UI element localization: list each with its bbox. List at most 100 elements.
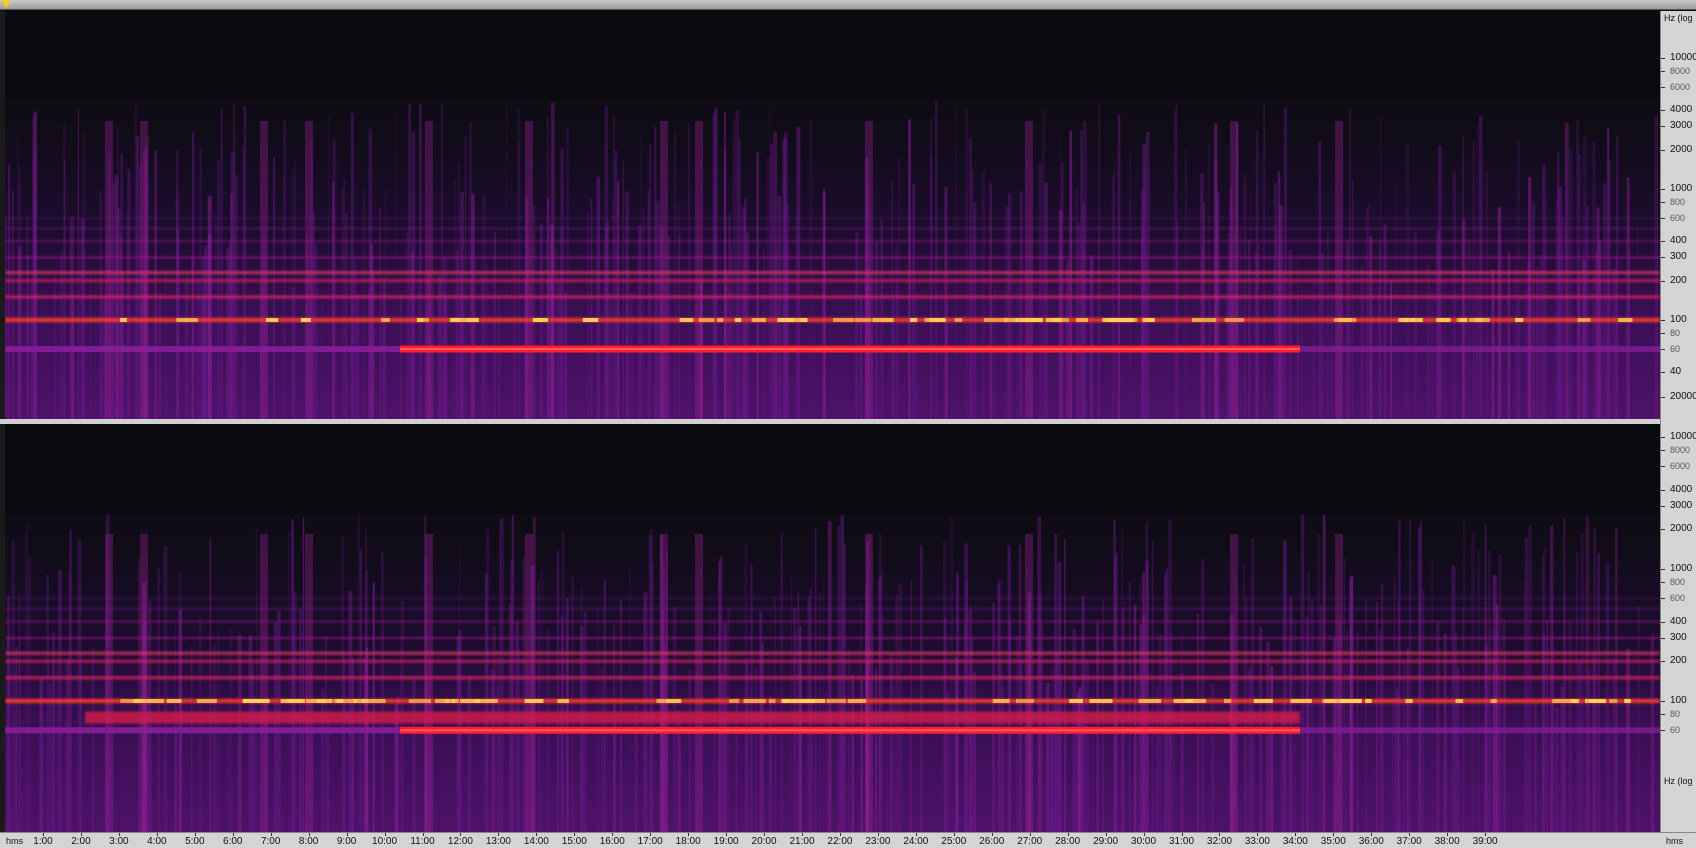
freq2-tick [1661,569,1665,570]
freq1-label-200: 200 [1670,274,1687,286]
freq2-tick [1661,621,1665,623]
freq2-tick [1661,437,1665,438]
freq1-tick [1661,320,1665,321]
freq1-label-3000: 3000 [1670,120,1693,132]
spectrogram-image-channel-1 [5,11,1660,419]
freq1-tick [1661,332,1665,334]
freq1-label-60: 60 [1670,344,1681,355]
freq2-label-800: 800 [1670,576,1686,587]
time-label-27-00: 27:00 [1017,836,1043,847]
freq2-label-6000: 6000 [1670,461,1691,472]
freq2-label-600: 600 [1670,593,1686,604]
time-axis[interactable]: hms hms 1:00 2:00 3:00 4:00 5:00 6:00 7:00 8:00… [0,832,1696,848]
time-label-25-00: 25:00 [941,836,967,847]
time-label-2-00: 2:00 [71,836,91,847]
spectrogram-image-channel-2 [5,424,1660,832]
freq2-label-3000: 3000 [1670,500,1693,512]
time-label-18-00: 18:00 [675,836,701,847]
freq1-label-8000: 8000 [1670,65,1691,76]
freq2-tick [1661,449,1665,451]
time-label-21-00: 21:00 [789,836,815,847]
time-unit-left: hms [6,836,24,846]
time-label-20-00: 20:00 [751,836,777,847]
freq2-label-200: 200 [1670,655,1687,667]
time-label-23-00: 23:00 [865,836,891,847]
frequency-axis-channel-2[interactable]: Hz (log 20000 10000 8000 6000 4000 3000 2000 10… [1660,392,1696,832]
time-label-28-00: 28:00 [1055,836,1081,847]
freq2-tick [1661,713,1665,715]
freq2-tick [1661,506,1665,508]
time-label-26-00: 26:00 [979,836,1005,847]
freq1-label-600: 600 [1670,213,1686,224]
freq2-tick [1661,466,1665,468]
freq2-label-400: 400 [1670,615,1687,627]
time-label-10-00: 10:00 [372,836,398,847]
time-label-7-00: 7:00 [260,836,281,847]
time-label-22-00: 22:00 [827,836,853,847]
freq1-tick [1661,110,1665,112]
time-label-31-00: 31:00 [1168,836,1195,847]
freq1-label-300: 300 [1670,251,1687,263]
time-label-38-00: 38:00 [1434,836,1460,847]
freq-unit-label-top: Hz (log [1664,13,1693,23]
freq1-tick [1661,87,1665,89]
freq-unit-label-bottom: Hz (log [1664,776,1693,786]
spectrogram-channel-1[interactable] [5,11,1660,419]
freq2-label-80: 80 [1670,708,1681,719]
freq1-label-400: 400 [1670,235,1687,247]
freq2-tick [1661,581,1665,583]
time-label-30-00: 30:00 [1131,836,1157,847]
freq2-label-4000: 4000 [1670,483,1693,495]
time-label-29-00: 29:00 [1093,836,1119,847]
time-label-35-00: 35:00 [1320,836,1346,847]
spectrogram-channel-2[interactable] [5,424,1660,832]
freq2-label-300: 300 [1670,632,1687,644]
time-label-14-00: 14:00 [523,836,549,847]
freq2-label-100: 100 [1670,695,1687,706]
freq1-label-4000: 4000 [1670,104,1693,116]
freq1-tick [1661,280,1665,282]
freq2-label-2000: 2000 [1670,523,1693,535]
freq2-tick [1661,730,1665,732]
freq1-label-80: 80 [1670,327,1681,338]
time-label-16-00: 16:00 [599,836,625,847]
time-label-33-00: 33:00 [1244,836,1270,847]
freq1-tick [1661,149,1665,151]
freq2-tick [1661,598,1665,600]
time-label-9-00: 9:00 [336,836,357,847]
freq1-tick [1661,218,1665,220]
freq1-label-1000: 1000 [1670,183,1693,194]
freq1-tick [1661,257,1665,259]
freq1-tick [1661,201,1665,203]
time-label-8-00: 8:00 [298,836,319,847]
freq2-tick [1661,638,1665,640]
time-label-39-00: 39:00 [1472,836,1498,847]
time-label-6-00: 6:00 [223,836,243,847]
time-label-17-00: 17:00 [637,836,663,847]
freq2-tick [1661,661,1665,663]
timeline-ruler[interactable] [0,0,1696,10]
time-label-19-00: 19:00 [713,836,739,847]
time-label-5-00: 5:00 [185,836,205,847]
time-label-24-00: 24:00 [903,836,929,847]
freq1-tick [1661,70,1665,72]
freq1-tick [1661,126,1665,128]
freq1-label-100: 100 [1670,314,1687,325]
time-label-36-00: 36:00 [1358,836,1384,847]
freq1-tick [1661,241,1665,243]
freq2-label-8000: 8000 [1670,444,1691,455]
playhead-marker[interactable] [1,1,11,8]
time-label-1-00: 1:00 [33,836,53,847]
freq1-label-10000: 10000 [1670,52,1696,63]
time-label-15-00: 15:00 [561,836,587,847]
freq2-label-60: 60 [1670,725,1681,736]
time-label-12-00: 12:00 [447,836,473,847]
time-label-3-00: 3:00 [109,836,129,847]
freq2-tick [1661,489,1665,491]
time-label-11-00: 11:00 [410,836,435,847]
freq1-label-800: 800 [1670,196,1686,207]
frequency-axis-channel-1[interactable]: Hz (log 10000 8000 6000 4000 3000 2000 1000 800… [1660,11,1696,421]
freq1-tick [1661,349,1665,351]
freq2-tick [1661,701,1665,702]
freq1-tick [1661,372,1665,374]
